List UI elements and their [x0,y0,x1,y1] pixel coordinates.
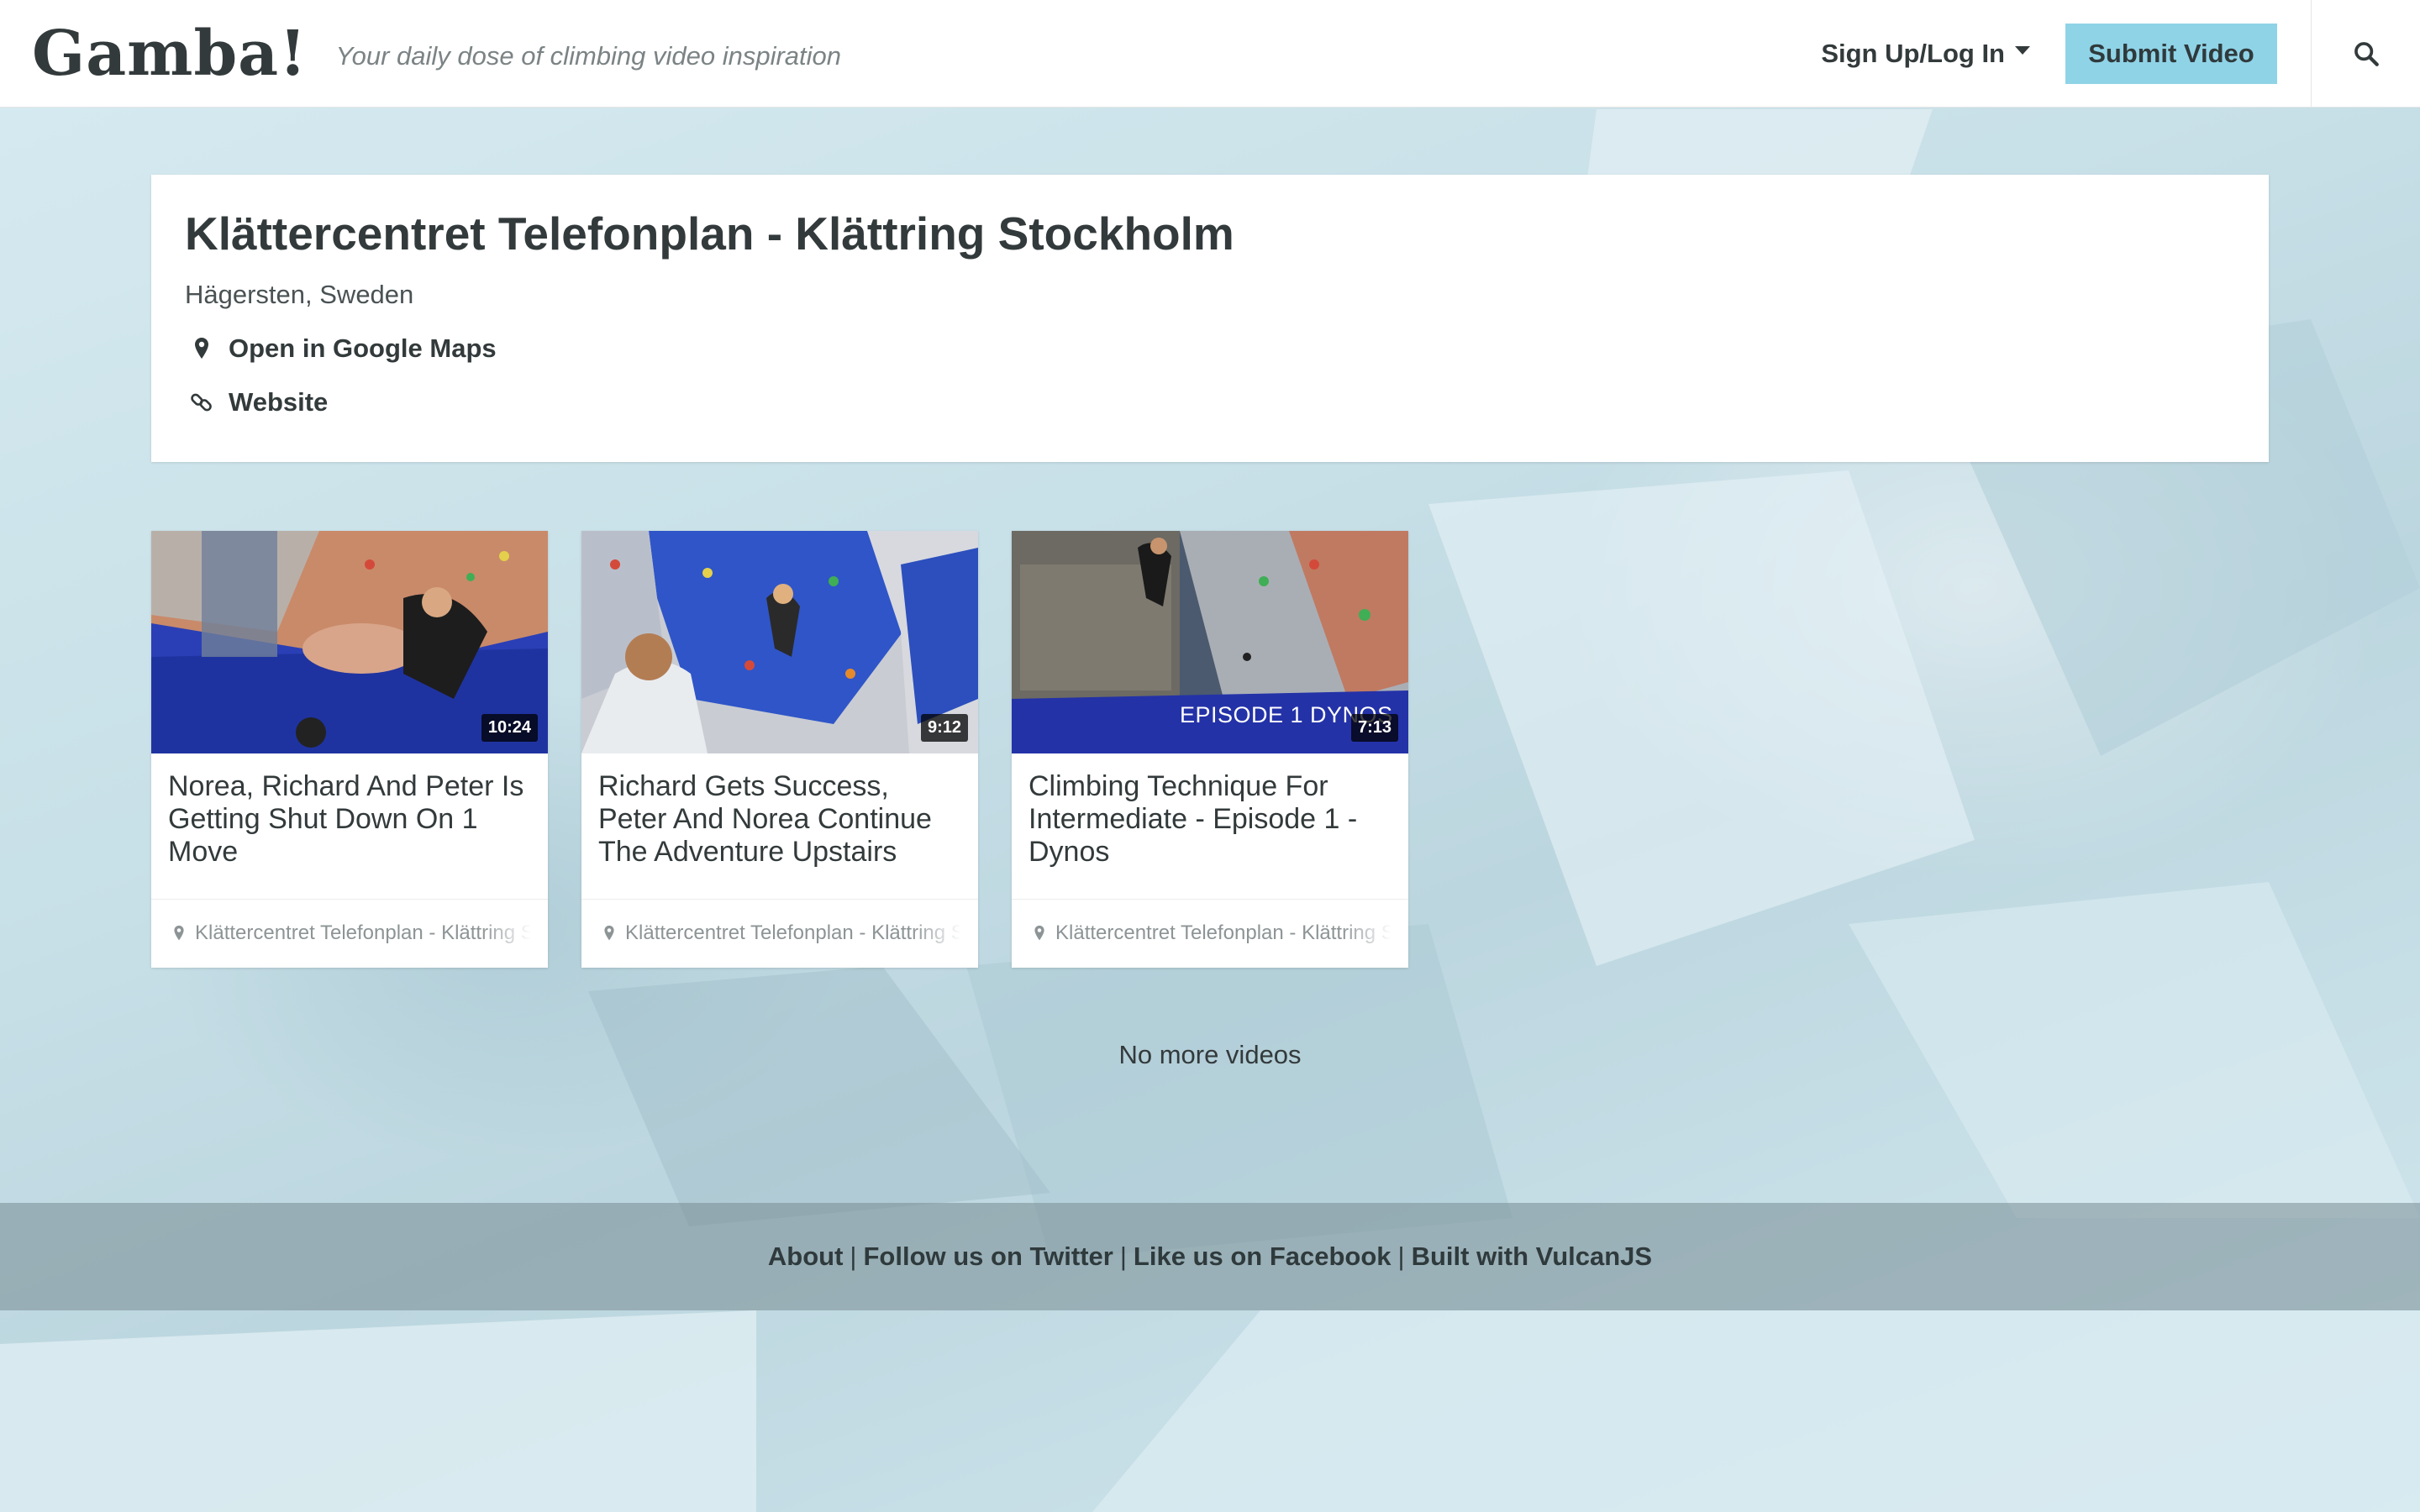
sign-up-login-label: Sign Up/Log In [1821,38,2005,68]
video-grid: 10:24 Norea, Richard And Peter Is Gettin… [151,531,1408,968]
video-thumbnail[interactable]: EPISODE 1 DYNOS 7:13 [1012,531,1408,753]
video-location[interactable]: Klättercentret Telefonplan - Klättring S… [151,900,548,967]
site-logo[interactable]: Gamba! [32,23,308,85]
about-link[interactable]: About [768,1242,844,1272]
video-title[interactable]: Richard Gets Success, Peter And Norea Co… [581,753,978,900]
video-thumbnail[interactable]: 10:24 [151,531,548,753]
map-pin-icon [603,925,615,942]
place-location: Hägersten, Sweden [185,279,414,309]
map-pin-icon [173,925,185,942]
map-pin-icon [190,337,213,360]
site-tagline: Your daily dose of climbing video inspir… [335,40,842,71]
video-location[interactable]: Klättercentret Telefonplan - Klättring S… [1012,900,1408,967]
video-duration: 10:24 [481,714,538,742]
footer-separator: | [1397,1242,1405,1271]
google-maps-label: Open in Google Maps [229,333,497,363]
google-maps-link[interactable]: Open in Google Maps [185,333,2235,364]
video-location-label: Klättercentret Telefonplan - Klättring S… [195,921,531,944]
twitter-link[interactable]: Follow us on Twitter [863,1242,1113,1272]
video-thumbnail[interactable]: 9:12 [581,531,978,753]
search-icon [2354,41,2379,66]
video-location-label: Klättercentret Telefonplan - Klättring S… [1055,921,1392,944]
video-title[interactable]: Climbing Technique For Intermediate - Ep… [1012,753,1408,900]
site-footer: About | Follow us on Twitter | Like us o… [0,1203,2420,1310]
submit-video-button[interactable]: Submit Video [2065,23,2277,84]
video-location-label: Klättercentret Telefonplan - Klättring S… [625,921,961,944]
facebook-link[interactable]: Like us on Facebook [1134,1242,1392,1272]
vulcanjs-link[interactable]: Built with VulcanJS [1412,1242,1653,1272]
footer-separator: | [1119,1242,1127,1271]
video-location[interactable]: Klättercentret Telefonplan - Klättring S… [581,900,978,967]
website-link[interactable]: Website [185,387,2235,417]
video-card[interactable]: 10:24 Norea, Richard And Peter Is Gettin… [151,531,548,968]
top-header: Gamba! Your daily dose of climbing video… [0,0,2420,108]
footer-separator: | [850,1242,857,1271]
website-label: Website [229,386,329,417]
search-button[interactable] [2311,0,2420,108]
video-duration: 7:13 [1350,714,1398,742]
map-pin-icon [1034,925,1045,942]
link-icon [190,390,213,415]
video-duration: 9:12 [920,714,968,742]
sign-up-login-dropdown[interactable]: Sign Up/Log In [1821,39,2030,69]
place-info-card: Klättercentret Telefonplan - Klättring S… [151,175,2269,462]
video-card[interactable]: EPISODE 1 DYNOS 7:13 Climbing Technique … [1012,531,1408,968]
place-title: Klättercentret Telefonplan - Klättring S… [185,207,1234,260]
no-more-videos: No more videos [1118,1040,1302,1069]
caret-down-icon [2015,45,2030,55]
video-card[interactable]: 9:12 Richard Gets Success, Peter And Nor… [581,531,978,968]
video-title[interactable]: Norea, Richard And Peter Is Getting Shut… [151,753,548,900]
